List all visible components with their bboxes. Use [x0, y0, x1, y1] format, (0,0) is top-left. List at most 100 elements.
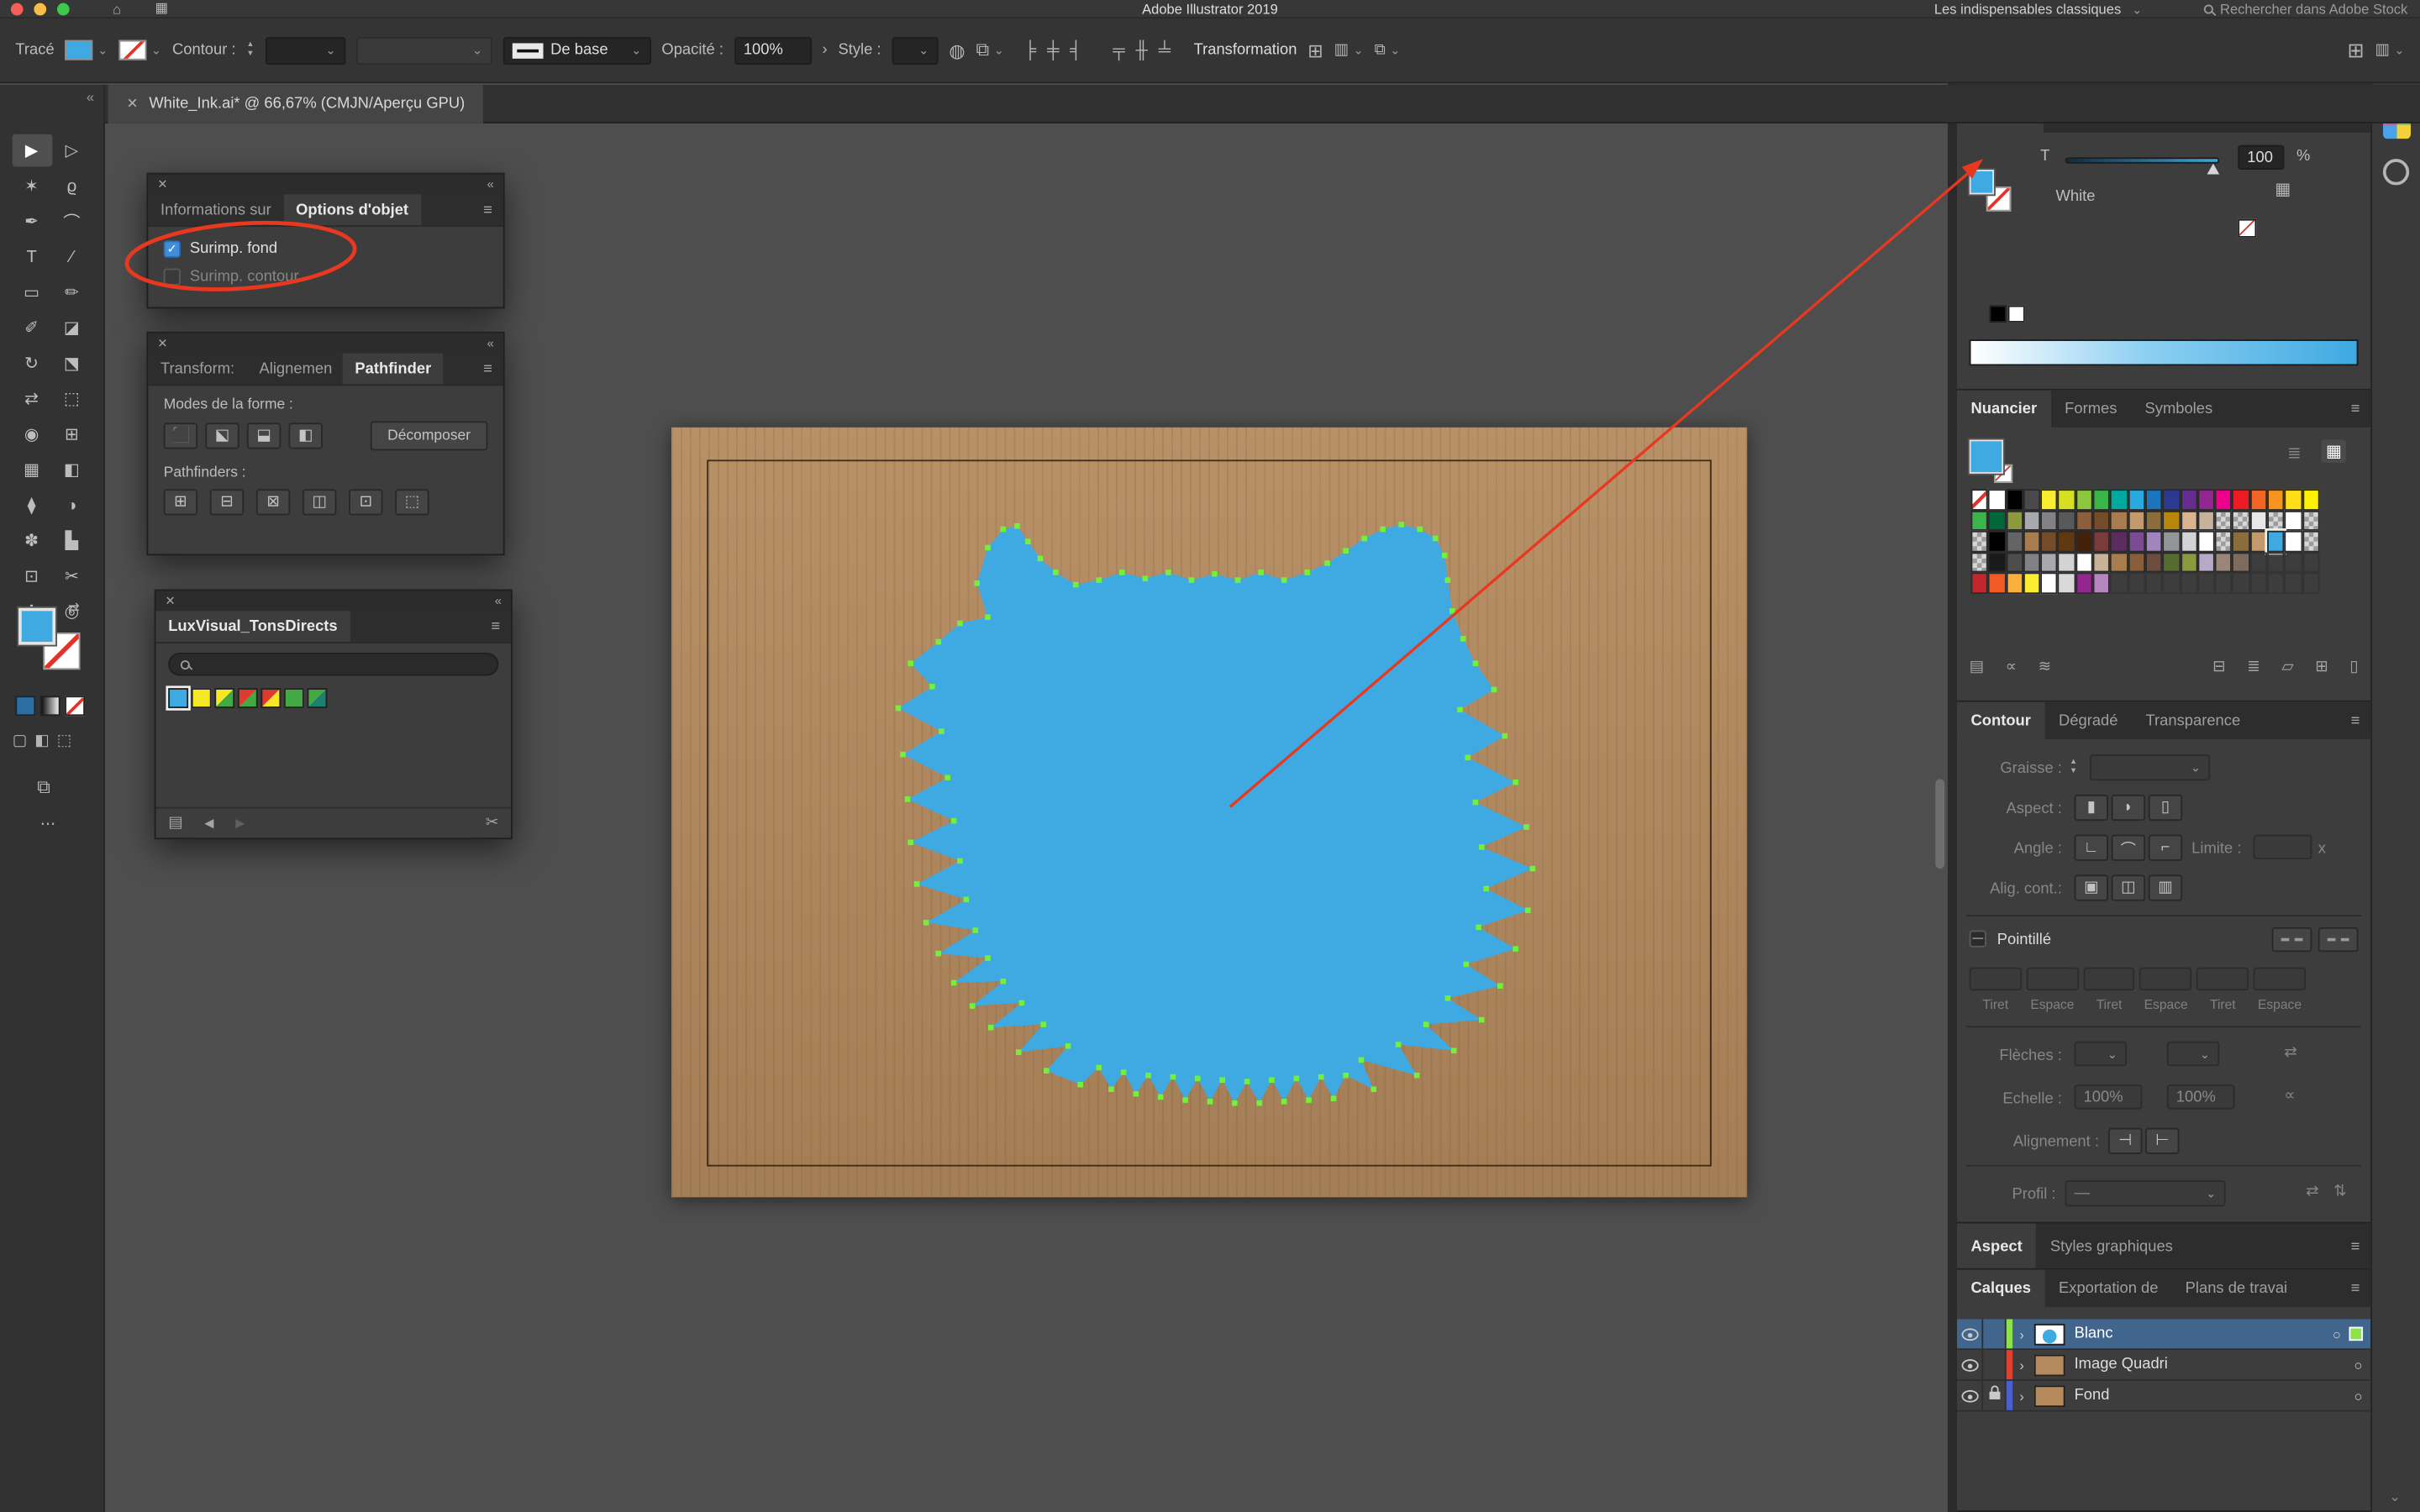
- new-swatch-icon[interactable]: ⊞: [2315, 659, 2328, 675]
- anchor-point[interactable]: [1343, 548, 1349, 554]
- swatch-r5-c7[interactable]: [2075, 573, 2093, 594]
- swatch-r1-c4[interactable]: [2023, 489, 2041, 510]
- tint-slider[interactable]: [2065, 157, 2220, 163]
- tab-nuancier[interactable]: Nuancier: [1957, 391, 2051, 428]
- spot-swatch-1[interactable]: [168, 688, 188, 708]
- eyedropper-tool[interactable]: ⧫: [12, 489, 52, 522]
- tint-slider-handle[interactable]: [2207, 164, 2220, 175]
- library-icon[interactable]: ▤: [168, 815, 182, 832]
- swatch-r2-c11[interactable]: [2145, 510, 2163, 531]
- pathfinder-button-4[interactable]: ◫: [302, 489, 336, 515]
- anchor-point[interactable]: [1359, 1058, 1365, 1063]
- align-middle-button[interactable]: ╫: [1136, 41, 1148, 60]
- folder-icon[interactable]: ▱: [2281, 659, 2293, 675]
- tab-alignement[interactable]: Alignemen: [247, 354, 343, 385]
- miter-limit-field[interactable]: [2254, 835, 2312, 859]
- spot-swatch-4[interactable]: [238, 688, 258, 708]
- color-mode-button[interactable]: [15, 696, 35, 716]
- anchor-point[interactable]: [1269, 1077, 1275, 1083]
- swap-arrows-icon[interactable]: ⇄: [2284, 1044, 2296, 1061]
- swatch-r2-c8[interactable]: [2093, 510, 2111, 531]
- anchor-point[interactable]: [1040, 1021, 1046, 1027]
- none-color-icon[interactable]: [2238, 219, 2256, 238]
- list-view-icon[interactable]: ≣: [2287, 443, 2302, 463]
- swatch-r1-c8[interactable]: [2093, 489, 2111, 510]
- overprint-stroke-checkbox[interactable]: [164, 269, 181, 286]
- grid-view-icon[interactable]: ▦: [2321, 439, 2346, 463]
- selection-tool[interactable]: ▶: [12, 134, 52, 167]
- swatch-r4-c8[interactable]: [2093, 552, 2111, 573]
- anchor-point[interactable]: [1108, 1086, 1114, 1092]
- anchor-point[interactable]: [944, 774, 950, 780]
- opacity-options-arrow[interactable]: ›: [822, 42, 827, 59]
- target-circle[interactable]: ○: [2346, 1357, 2370, 1372]
- anchor-point[interactable]: [1523, 824, 1529, 830]
- anchor-point[interactable]: [1343, 1073, 1349, 1079]
- tab-transformation[interactable]: Transform:: [148, 354, 246, 385]
- anchor-point[interactable]: [1244, 1079, 1250, 1084]
- swatch-r4-c9[interactable]: [2111, 552, 2128, 573]
- swatch-r3-c2[interactable]: [1988, 531, 2006, 552]
- fill-color-control[interactable]: ⌄: [66, 40, 108, 60]
- mesh-tool[interactable]: ▦: [12, 454, 52, 486]
- swatch-r4-c11[interactable]: [2145, 552, 2163, 573]
- close-window-button[interactable]: [11, 3, 24, 15]
- anchor-point[interactable]: [1219, 1077, 1225, 1083]
- tint-value-field[interactable]: 100: [2238, 145, 2284, 170]
- anchor-point[interactable]: [908, 660, 913, 666]
- anchor-point[interactable]: [1016, 1049, 1022, 1055]
- panel-menu-icon[interactable]: ≡: [2340, 1270, 2370, 1307]
- close-icon[interactable]: ✕: [157, 177, 167, 192]
- collapse-icon[interactable]: «: [487, 177, 494, 192]
- align-left-button[interactable]: ╞: [1024, 41, 1036, 60]
- swatch-r2-c5[interactable]: [2041, 510, 2059, 531]
- tab-styles-graphiques[interactable]: Styles graphiques: [2036, 1224, 2186, 1270]
- layer-row-image-quadri[interactable]: ›Image Quadri○: [1957, 1350, 2370, 1381]
- cc-sync-icon[interactable]: [2383, 159, 2409, 185]
- target-circle[interactable]: ○: [2324, 1326, 2349, 1341]
- shape-mode-button-4[interactable]: ◧: [288, 423, 322, 449]
- swatch-r1-c7[interactable]: [2075, 489, 2093, 510]
- pathfinder-button-5[interactable]: ⊡: [349, 489, 382, 515]
- anchor-point[interactable]: [1053, 570, 1059, 575]
- swatch-r3-c6[interactable]: [2058, 531, 2075, 552]
- anchor-point[interactable]: [1473, 800, 1479, 806]
- swatch-r4-c13[interactable]: [2181, 552, 2198, 573]
- direct-selection-tool[interactable]: ▷: [52, 134, 92, 167]
- unlink-icon[interactable]: ✂: [486, 815, 498, 832]
- cap-butt-button[interactable]: ▮: [2075, 795, 2108, 821]
- disclosure-icon[interactable]: ›: [2012, 1357, 2031, 1372]
- link-icon[interactable]: ∝: [2006, 659, 2017, 675]
- anchor-point[interactable]: [1025, 538, 1031, 544]
- paintbrush-tool[interactable]: ✏: [52, 276, 92, 309]
- tab-degrade[interactable]: Dégradé: [2044, 702, 2132, 739]
- perspective-grid-tool[interactable]: ⊞: [52, 418, 92, 451]
- lock-toggle[interactable]: [1983, 1381, 2007, 1410]
- swatch-r3-c19[interactable]: [2285, 531, 2302, 552]
- align-center-button[interactable]: ╪: [1047, 41, 1059, 60]
- anchor-point[interactable]: [900, 752, 906, 758]
- anchor-point[interactable]: [974, 580, 980, 586]
- scroll-down-icon[interactable]: ⌄: [2389, 1488, 2401, 1505]
- swatch-r1-c12[interactable]: [2163, 489, 2181, 510]
- target-circle[interactable]: ○: [2346, 1388, 2370, 1403]
- anchor-point[interactable]: [970, 1003, 976, 1009]
- cloud-icon[interactable]: ≋: [2039, 659, 2051, 675]
- anchor-point[interactable]: [1134, 1091, 1139, 1097]
- anchor-point[interactable]: [1019, 1000, 1025, 1006]
- isolate-control[interactable]: ⧉ ⌄: [1375, 42, 1401, 59]
- lock-toggle[interactable]: [1983, 1319, 2007, 1348]
- anchor-point[interactable]: [1479, 1017, 1485, 1023]
- swatch-r3-c8[interactable]: [2093, 531, 2111, 552]
- anchor-point[interactable]: [1165, 570, 1171, 575]
- anchor-point[interactable]: [929, 684, 935, 690]
- layer-row-blanc[interactable]: ›Blanc○: [1957, 1319, 2370, 1350]
- anchor-point[interactable]: [1281, 577, 1287, 583]
- anchor-point[interactable]: [935, 951, 941, 957]
- anchor-point[interactable]: [951, 818, 957, 824]
- swatch-r3-c12[interactable]: [2163, 531, 2181, 552]
- swatch-r4-c12[interactable]: [2163, 552, 2181, 573]
- zoom-window-button[interactable]: [57, 3, 70, 15]
- anchor-point[interactable]: [988, 1025, 994, 1031]
- width-profile-dropdown[interactable]: ⌄: [356, 36, 492, 64]
